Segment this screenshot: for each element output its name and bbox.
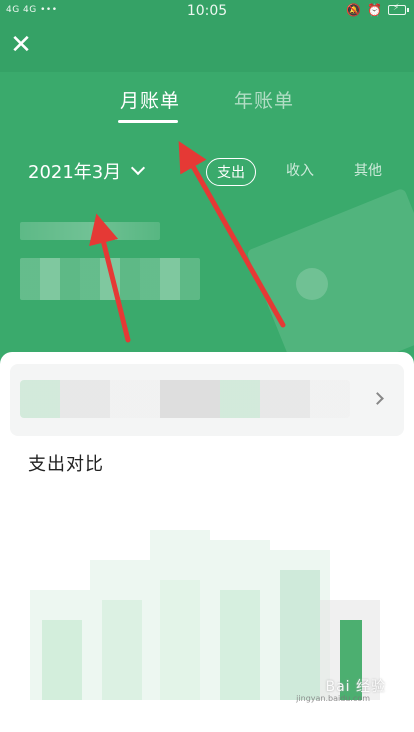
bill-tabs: 月账单 年账单: [0, 86, 414, 126]
status-bar: 4G 4G ••• 10:05 🔕 ⏰ ⚡: [0, 0, 414, 24]
blurred-summary-card[interactable]: [10, 364, 404, 436]
month-selector-label: 2021年3月: [28, 162, 122, 183]
baidu-watermark-url: jingyan.baidu.com: [296, 694, 370, 703]
chart-bar: [160, 580, 200, 700]
filter-expense[interactable]: 支出: [206, 158, 256, 186]
active-tab-indicator: [118, 120, 178, 123]
baidu-watermark: Bai 经验: [325, 679, 386, 695]
chart-bar: [220, 590, 260, 700]
tab-yearly-bill[interactable]: 年账单: [234, 86, 294, 113]
chart-bar: [102, 600, 142, 700]
tab-monthly-bill[interactable]: 月账单: [120, 86, 180, 113]
alarm-icon: ⏰: [367, 3, 382, 17]
filter-other[interactable]: 其他: [354, 160, 382, 180]
status-icons: 🔕 ⏰ ⚡: [346, 3, 409, 17]
chart-bar: [280, 570, 320, 700]
blurred-comparison-chart: [30, 530, 414, 700]
chart-bar: [42, 620, 82, 700]
blurred-summary-amount: [20, 258, 200, 300]
top-navigation-bar: ✕: [0, 24, 414, 72]
battery-icon: ⚡: [388, 3, 409, 15]
month-selector[interactable]: 2021年3月: [28, 158, 146, 184]
filter-income[interactable]: 收入: [286, 160, 314, 180]
blurred-card-content: [20, 380, 350, 418]
blurred-summary-label: [20, 222, 160, 240]
decorative-circle: [296, 268, 328, 300]
chevron-right-icon: [371, 392, 384, 405]
close-icon[interactable]: ✕: [8, 32, 34, 58]
chevron-down-icon: [131, 160, 146, 176]
section-title: 支出对比: [28, 454, 104, 475]
bell-icon: 🔕: [346, 3, 362, 17]
